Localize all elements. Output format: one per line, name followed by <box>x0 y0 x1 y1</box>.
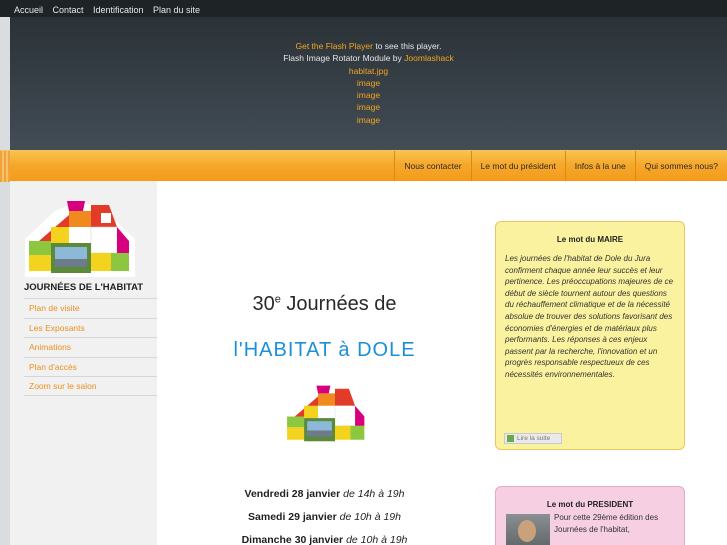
left-sidebar: JOURNÉES DE L'HABITAT Plan de visite Les… <box>10 181 157 545</box>
header-banner: Get the Flash Player to see this player.… <box>10 17 727 150</box>
date-line: Dimanche 30 janvier de 10h à 19h <box>157 534 492 545</box>
read-more-button[interactable]: Lire la suite <box>504 433 562 444</box>
habitat-house-logo-center <box>287 385 365 442</box>
portrait-head <box>518 520 536 542</box>
get-flash-player-link[interactable]: Get the Flash Player <box>295 41 372 51</box>
date-hours: de 10h à 19h <box>339 511 401 523</box>
sidebar-item-plan-de-visite[interactable]: Plan de visite <box>24 298 157 318</box>
sidebar-heading: JOURNÉES DE L'HABITAT <box>24 282 144 293</box>
menu-item-qui-sommes-nous[interactable]: Qui sommes nous? <box>634 151 727 182</box>
page-subtitle: l'HABITAT à DOLE <box>233 339 416 361</box>
title-number: 30 <box>252 293 275 315</box>
sidebar-item-zoom-sur-le-salon[interactable]: Zoom sur le salon <box>24 376 157 396</box>
main-menu: Nous contacter Le mot du président Infos… <box>394 151 727 182</box>
date-hours: de 10h à 19h <box>346 534 408 545</box>
flash-fallback-text: Get the Flash Player to see this player.… <box>10 40 727 126</box>
menu-item-nous-contacter[interactable]: Nous contacter <box>394 151 470 182</box>
sidebar-item-plan-d-acces[interactable]: Plan d'accès <box>24 356 157 377</box>
president-photo <box>506 514 550 545</box>
date-day: Dimanche 30 janvier <box>241 534 344 545</box>
mot-du-president-text: Pour cette 29ème édition des Journées de… <box>554 513 659 534</box>
menu-decoration <box>0 151 10 182</box>
event-dates: Vendredi 28 janvier de 14h à 19h Samedi … <box>157 488 492 545</box>
banner-image-link[interactable]: habitat.jpg <box>10 65 727 77</box>
menu-item-infos-a-la-une[interactable]: Infos à la une <box>564 151 635 182</box>
sidebar-item-animations[interactable]: Animations <box>24 337 157 357</box>
banner-image-link[interactable]: image <box>10 114 727 126</box>
date-hours: de 14h à 19h <box>343 488 405 500</box>
date-day: Vendredi 28 janvier <box>244 488 341 500</box>
mot-du-maire-text: Les journées de l'habitat de Dole du Jur… <box>505 254 674 379</box>
document-icon <box>507 435 514 442</box>
page-content: JOURNÉES DE L'HABITAT Plan de visite Les… <box>10 181 727 545</box>
title-text: Journées de <box>280 293 397 315</box>
mot-du-maire-box: Le mot du MAIRE Les journées de l'habita… <box>495 221 685 450</box>
banner-image-link[interactable]: image <box>10 101 727 113</box>
date-day: Samedi 29 janvier <box>248 511 337 523</box>
date-line: Vendredi 28 janvier de 14h à 19h <box>157 488 492 511</box>
main-menu-bar: Nous contacter Le mot du président Infos… <box>0 150 727 182</box>
top-navigation-bar: Accueil Contact Identification Plan du s… <box>0 0 727 17</box>
page-title: 30e Journées de <box>157 293 492 316</box>
main-center: 30e Journées de l'HABITAT à DOLE Vendred… <box>157 181 492 545</box>
mot-du-president-title: Le mot du PRESIDENT <box>546 500 634 509</box>
banner-image-link[interactable]: image <box>10 89 727 101</box>
module-credit: Flash Image Rotator Module by <box>283 53 402 64</box>
menu-item-mot-du-president[interactable]: Le mot du président <box>470 151 565 182</box>
banner-image-link[interactable]: image <box>10 77 727 89</box>
read-more-label: Lire la suite <box>517 435 551 442</box>
mot-du-president-box: Le mot du PRESIDENT Pour cette 29ème édi… <box>495 486 685 545</box>
mot-du-maire-title: Le mot du MAIRE <box>556 235 624 244</box>
flash-notice: to see this player. <box>375 41 442 51</box>
joomlashack-link[interactable]: Joomlashack <box>404 53 454 63</box>
sidebar-item-les-exposants[interactable]: Les Exposants <box>24 317 157 338</box>
date-line: Samedi 29 janvier de 10h à 19h <box>157 511 492 534</box>
sidebar-menu: Plan de visite Les Exposants Animations … <box>24 298 157 396</box>
habitat-house-logo[interactable] <box>25 201 135 277</box>
